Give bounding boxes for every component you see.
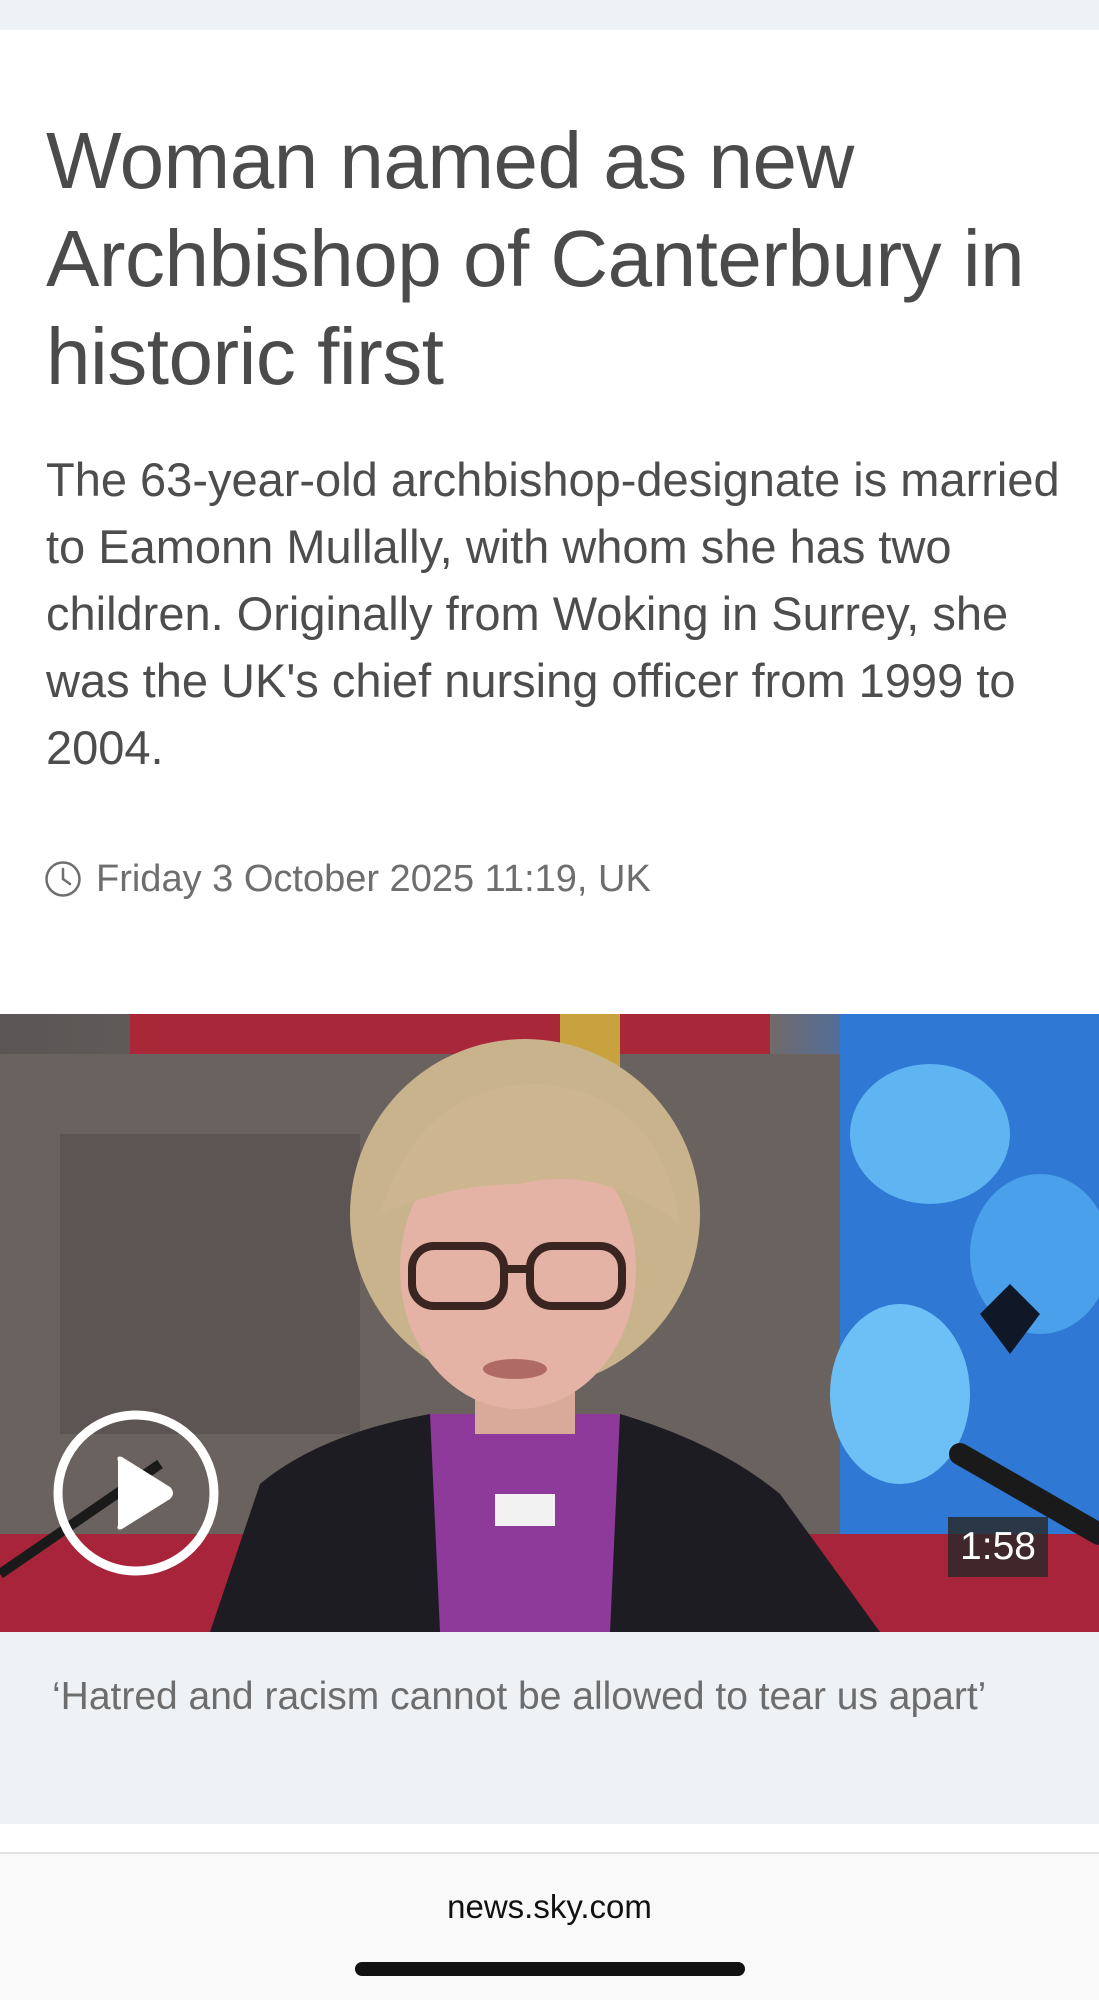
url-text[interactable]: news.sky.com bbox=[0, 1888, 1099, 1926]
video-duration-badge: 1:58 bbox=[948, 1517, 1048, 1577]
timestamp-text: Friday 3 October 2025 11:19, UK bbox=[96, 857, 651, 900]
top-strip bbox=[0, 0, 1099, 30]
home-indicator[interactable] bbox=[355, 1962, 745, 1976]
article-headline: Woman named as new Archbishop of Canterb… bbox=[46, 116, 1025, 401]
clock-icon bbox=[45, 861, 81, 897]
browser-address-bar[interactable] bbox=[0, 1852, 1099, 2000]
article-standfirst: The 63-year-old archbishop-designate is … bbox=[46, 453, 1060, 774]
article-timestamp: Friday 3 October 2025 11:19, UK bbox=[44, 854, 651, 904]
play-circle-icon bbox=[53, 1410, 219, 1576]
video-caption: ‘Hatred and racism cannot be allowed to … bbox=[52, 1675, 987, 1718]
play-button[interactable] bbox=[52, 1409, 220, 1577]
article-page: Woman named as new Archbishop of Canterb… bbox=[0, 0, 1099, 2000]
video-caption-box bbox=[0, 1632, 1099, 1824]
